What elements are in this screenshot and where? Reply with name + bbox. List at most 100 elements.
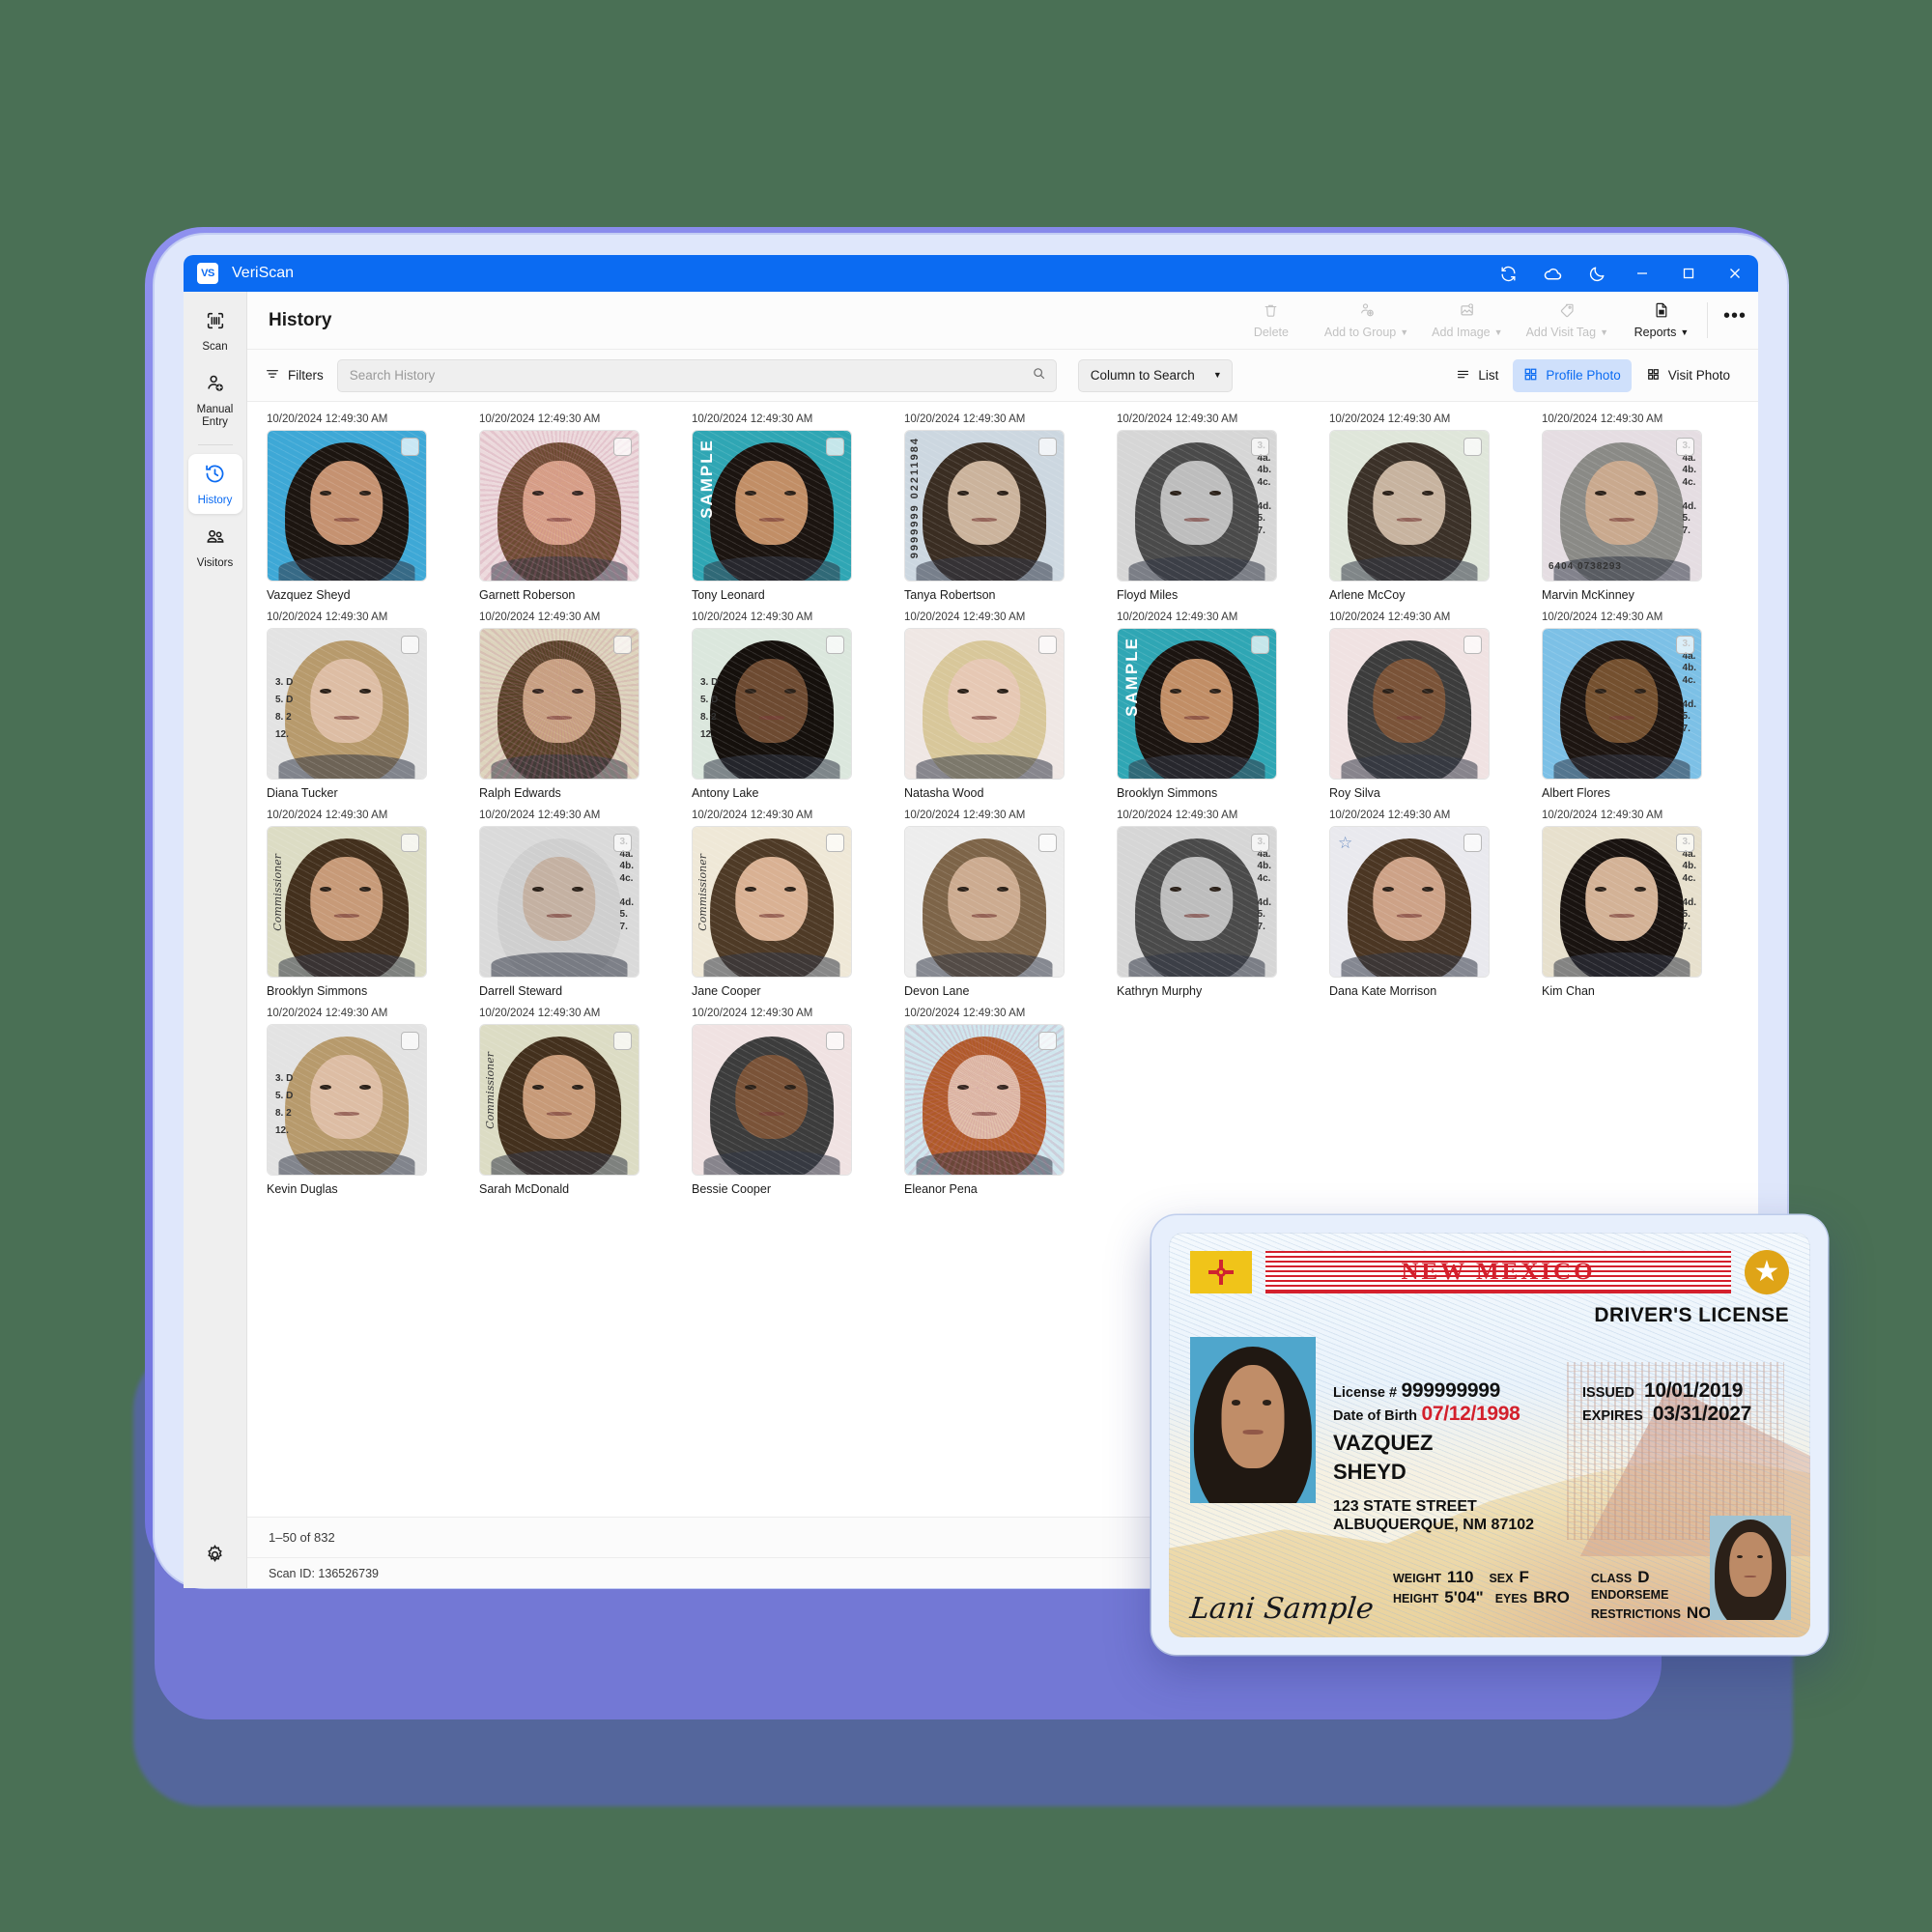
history-card[interactable]: 10/20/2024 12:49:30 AM Commissioner Jane C…: [692, 810, 889, 998]
card-select-checkbox[interactable]: [613, 636, 632, 654]
card-photo[interactable]: [1329, 628, 1490, 780]
history-card[interactable]: 10/20/2024 12:49:30 AM 3.4a.4b.4c.4d.5.7.…: [1542, 413, 1739, 602]
driver-license-preview-card[interactable]: NEW MEXICO ★ DRIVER'S LICENSE License # …: [1151, 1215, 1828, 1655]
card-photo[interactable]: 9999999 02211984: [904, 430, 1065, 582]
moon-icon[interactable]: [1575, 255, 1619, 292]
card-photo[interactable]: [479, 430, 639, 582]
card-photo[interactable]: Commissioner: [267, 826, 427, 978]
card-select-checkbox[interactable]: [401, 1032, 419, 1050]
search-icon[interactable]: [1032, 366, 1046, 385]
card-select-checkbox[interactable]: [1463, 636, 1482, 654]
history-card[interactable]: 10/20/2024 12:49:30 AM Eleanor Pena: [904, 1008, 1101, 1196]
card-select-checkbox[interactable]: [826, 636, 844, 654]
minimize-icon[interactable]: [1619, 255, 1665, 292]
card-select-checkbox[interactable]: [401, 834, 419, 852]
sidebar-item-history[interactable]: History: [187, 454, 242, 514]
delete-button[interactable]: Delete: [1230, 292, 1313, 349]
card-photo[interactable]: Commissioner: [692, 826, 852, 978]
card-photo[interactable]: 3.4a.4b.4c.4d.5.7.: [1542, 826, 1702, 978]
card-photo[interactable]: 3.4a.4b.4c.4d.5.7.: [1117, 430, 1277, 582]
card-select-checkbox[interactable]: [826, 834, 844, 852]
card-select-checkbox[interactable]: [1038, 438, 1057, 456]
history-card[interactable]: 10/20/2024 12:49:30 AM Garnett Roberson: [479, 413, 676, 602]
card-select-checkbox[interactable]: [1676, 636, 1694, 654]
card-select-checkbox[interactable]: [1676, 438, 1694, 456]
card-select-checkbox[interactable]: [1463, 438, 1482, 456]
history-card[interactable]: 10/20/2024 12:49:30 AM 3.4a.4b.4c.4d.5.7.…: [479, 810, 676, 998]
card-photo[interactable]: 3.4a.4b.4c.4d.5.7.: [1117, 826, 1277, 978]
history-card[interactable]: 10/20/2024 12:49:30 AM 3.4a.4b.4c.4d.5.7.…: [1542, 810, 1739, 998]
card-select-checkbox[interactable]: [1251, 834, 1269, 852]
card-photo[interactable]: [479, 628, 639, 780]
card-select-checkbox[interactable]: [826, 438, 844, 456]
card-select-checkbox[interactable]: [1038, 636, 1057, 654]
history-card[interactable]: 10/20/2024 12:49:30 AM SAMPLE Tony Leonard: [692, 413, 889, 602]
card-select-checkbox[interactable]: [1038, 1032, 1057, 1050]
card-select-checkbox[interactable]: [1463, 834, 1482, 852]
card-photo[interactable]: [1329, 430, 1490, 582]
card-select-checkbox[interactable]: [613, 438, 632, 456]
sidebar-item-scan[interactable]: Scan: [188, 301, 242, 360]
card-photo[interactable]: SAMPLE: [1117, 628, 1277, 780]
card-select-checkbox[interactable]: [613, 1032, 632, 1050]
history-card[interactable]: 10/20/2024 12:49:30 AM SAMPLE Brooklyn Sim…: [1117, 611, 1314, 800]
history-card[interactable]: 10/20/2024 12:49:30 AM 9999999 02211984 Ta…: [904, 413, 1101, 602]
card-select-checkbox[interactable]: [1676, 834, 1694, 852]
sync-icon[interactable]: [1486, 255, 1530, 292]
reports-button[interactable]: Reports ▼: [1620, 292, 1703, 349]
history-card[interactable]: 10/20/2024 12:49:30 AM 3. D 5. D 8. 2 12. Dia…: [267, 611, 464, 800]
card-select-checkbox[interactable]: [1038, 834, 1057, 852]
sidebar-item-manual-entry[interactable]: Manual Entry: [188, 364, 242, 436]
card-photo[interactable]: 3.4a.4b.4c.4d.5.7.: [1542, 628, 1702, 780]
history-card[interactable]: 10/20/2024 12:49:30 AM Commissioner Brookl…: [267, 810, 464, 998]
history-card[interactable]: 10/20/2024 12:49:30 AM Commissioner Sarah …: [479, 1008, 676, 1196]
filters-button[interactable]: Filters: [265, 366, 337, 384]
card-photo[interactable]: Commissioner: [479, 1024, 639, 1176]
view-toggle-visit-photo[interactable]: Visit Photo: [1635, 359, 1741, 392]
overflow-menu-button[interactable]: •••: [1712, 292, 1758, 349]
card-photo[interactable]: 3.4a.4b.4c.4d.5.7.: [479, 826, 639, 978]
card-photo[interactable]: 3. D 5. D 8. 2 12.: [692, 628, 852, 780]
cloud-icon[interactable]: [1530, 255, 1575, 292]
view-toggle-list[interactable]: List: [1445, 359, 1509, 392]
card-photo[interactable]: 3. D 5. D 8. 2 12.: [267, 1024, 427, 1176]
close-icon[interactable]: [1712, 255, 1758, 292]
maximize-icon[interactable]: [1665, 255, 1712, 292]
card-photo[interactable]: ☆: [1329, 826, 1490, 978]
history-card[interactable]: 10/20/2024 12:49:30 AM Vazquez Sheyd: [267, 413, 464, 602]
card-select-checkbox[interactable]: [826, 1032, 844, 1050]
card-select-checkbox[interactable]: [401, 438, 419, 456]
column-to-search-select[interactable]: Column to Search ▼: [1077, 358, 1233, 392]
card-photo[interactable]: [692, 1024, 852, 1176]
card-photo[interactable]: [267, 430, 427, 582]
card-photo[interactable]: [904, 1024, 1065, 1176]
card-select-checkbox[interactable]: [613, 834, 632, 852]
search-history-field[interactable]: [336, 358, 1057, 392]
card-photo[interactable]: 3. D 5. D 8. 2 12.: [267, 628, 427, 780]
history-card[interactable]: 10/20/2024 12:49:30 AM 3.4a.4b.4c.4d.5.7.…: [1117, 810, 1314, 998]
card-select-checkbox[interactable]: [1251, 438, 1269, 456]
history-card[interactable]: 10/20/2024 12:49:30 AM Ralph Edwards: [479, 611, 676, 800]
add-to-group-button[interactable]: Add to Group ▼: [1313, 292, 1420, 349]
search-input[interactable]: [349, 368, 1032, 383]
history-card[interactable]: 10/20/2024 12:49:30 AM Bessie Cooper: [692, 1008, 889, 1196]
sidebar-item-visitors[interactable]: Visitors: [188, 518, 242, 577]
history-card[interactable]: 10/20/2024 12:49:30 AM Arlene McCoy: [1329, 413, 1526, 602]
history-card[interactable]: 10/20/2024 12:49:30 AM Devon Lane: [904, 810, 1101, 998]
view-toggle-profile-photo[interactable]: Profile Photo: [1513, 358, 1632, 392]
history-card[interactable]: 10/20/2024 12:49:30 AM 3.4a.4b.4c.4d.5.7.…: [1542, 611, 1739, 800]
sidebar-settings-button[interactable]: [204, 1544, 226, 1588]
card-photo[interactable]: [904, 628, 1065, 780]
history-card[interactable]: 10/20/2024 12:49:30 AM Natasha Wood: [904, 611, 1101, 800]
history-card[interactable]: 10/20/2024 12:49:30 AM 3.4a.4b.4c.4d.5.7.…: [1117, 413, 1314, 602]
history-card[interactable]: 10/20/2024 12:49:30 AM ☆ Dana Kate Morriso…: [1329, 810, 1526, 998]
card-photo[interactable]: 3.4a.4b.4c.4d.5.7.6404 0738293: [1542, 430, 1702, 582]
history-card[interactable]: 10/20/2024 12:49:30 AM 3. D 5. D 8. 2 12. Ant…: [692, 611, 889, 800]
history-card[interactable]: 10/20/2024 12:49:30 AM 3. D 5. D 8. 2 12. Kev…: [267, 1008, 464, 1196]
card-select-checkbox[interactable]: [401, 636, 419, 654]
card-select-checkbox[interactable]: [1251, 636, 1269, 654]
add-image-button[interactable]: Add Image ▼: [1420, 292, 1514, 349]
add-visit-tag-button[interactable]: Add Visit Tag ▼: [1515, 292, 1620, 349]
card-photo[interactable]: SAMPLE: [692, 430, 852, 582]
card-photo[interactable]: [904, 826, 1065, 978]
